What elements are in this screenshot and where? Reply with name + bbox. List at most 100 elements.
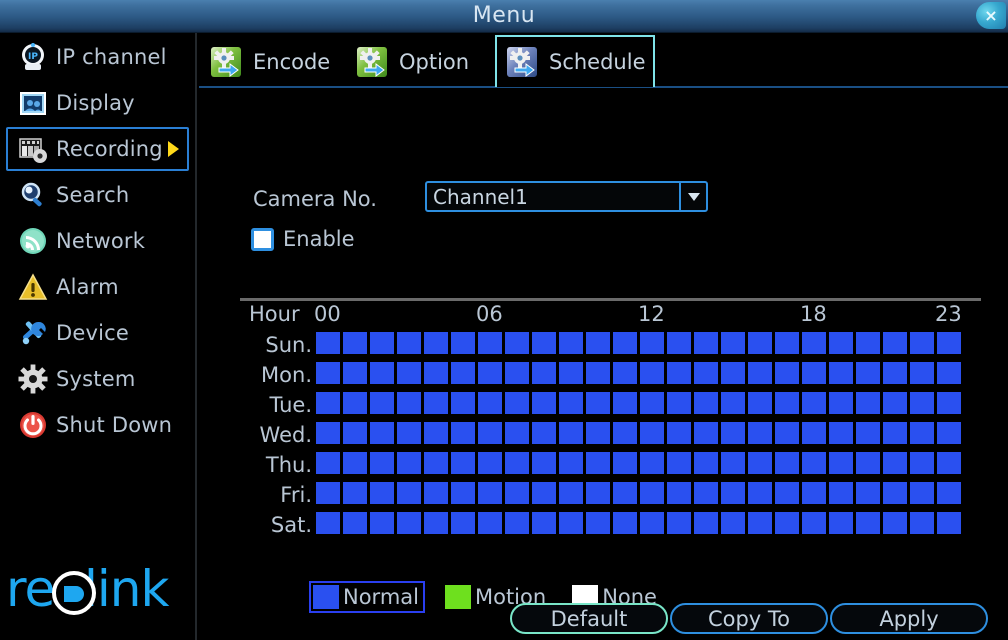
- schedule-cell[interactable]: [316, 512, 340, 534]
- schedule-cell[interactable]: [667, 452, 691, 474]
- schedule-cell[interactable]: [586, 422, 610, 444]
- schedule-cell[interactable]: [748, 482, 772, 504]
- schedule-cell[interactable]: [478, 362, 502, 384]
- tab-schedule[interactable]: Schedule: [495, 35, 655, 87]
- schedule-cell[interactable]: [397, 362, 421, 384]
- schedule-cell[interactable]: [775, 362, 799, 384]
- schedule-cell[interactable]: [883, 332, 907, 354]
- schedule-cell[interactable]: [883, 452, 907, 474]
- schedule-cell[interactable]: [910, 482, 934, 504]
- schedule-cell[interactable]: [856, 482, 880, 504]
- schedule-cell[interactable]: [370, 422, 394, 444]
- schedule-cell[interactable]: [316, 452, 340, 474]
- schedule-cell[interactable]: [856, 332, 880, 354]
- schedule-cell[interactable]: [613, 392, 637, 414]
- schedule-cell[interactable]: [640, 332, 664, 354]
- schedule-cell[interactable]: [316, 482, 340, 504]
- schedule-cell[interactable]: [505, 482, 529, 504]
- checkbox-box[interactable]: [251, 227, 274, 251]
- schedule-cell[interactable]: [829, 482, 853, 504]
- schedule-cell[interactable]: [748, 332, 772, 354]
- schedule-cell[interactable]: [910, 332, 934, 354]
- schedule-cell[interactable]: [775, 512, 799, 534]
- schedule-cell[interactable]: [613, 452, 637, 474]
- schedule-cell[interactable]: [829, 512, 853, 534]
- schedule-cell[interactable]: [343, 482, 367, 504]
- schedule-cell[interactable]: [451, 422, 475, 444]
- schedule-cell[interactable]: [775, 452, 799, 474]
- schedule-cell[interactable]: [694, 362, 718, 384]
- schedule-cell[interactable]: [559, 452, 583, 474]
- schedule-cell[interactable]: [343, 512, 367, 534]
- sidebar-item-display[interactable]: Display: [6, 81, 189, 125]
- schedule-cell[interactable]: [532, 422, 556, 444]
- schedule-cell[interactable]: [721, 362, 745, 384]
- schedule-cell[interactable]: [694, 332, 718, 354]
- sidebar-item-alarm[interactable]: Alarm: [6, 265, 189, 309]
- schedule-cell[interactable]: [532, 332, 556, 354]
- schedule-cell[interactable]: [937, 392, 961, 414]
- schedule-cell[interactable]: [370, 392, 394, 414]
- schedule-cell[interactable]: [829, 332, 853, 354]
- schedule-cell[interactable]: [397, 452, 421, 474]
- schedule-cell[interactable]: [559, 392, 583, 414]
- schedule-cell[interactable]: [316, 332, 340, 354]
- schedule-cell[interactable]: [748, 422, 772, 444]
- schedule-cell[interactable]: [343, 452, 367, 474]
- schedule-cell[interactable]: [397, 512, 421, 534]
- schedule-cell[interactable]: [613, 422, 637, 444]
- schedule-grid[interactable]: Sun. Mon. Tue. Wed. Thu. Fri. Sat.: [199, 332, 1008, 542]
- schedule-cell[interactable]: [424, 362, 448, 384]
- schedule-cell[interactable]: [721, 512, 745, 534]
- schedule-cell[interactable]: [667, 422, 691, 444]
- schedule-cell[interactable]: [397, 422, 421, 444]
- sidebar-item-shut-down[interactable]: Shut Down: [6, 403, 189, 447]
- schedule-cell[interactable]: [937, 452, 961, 474]
- schedule-cell[interactable]: [343, 392, 367, 414]
- schedule-cell[interactable]: [748, 392, 772, 414]
- schedule-cell[interactable]: [802, 482, 826, 504]
- schedule-cell[interactable]: [613, 332, 637, 354]
- schedule-cell[interactable]: [910, 362, 934, 384]
- schedule-cell[interactable]: [370, 332, 394, 354]
- schedule-cell[interactable]: [829, 452, 853, 474]
- schedule-cell[interactable]: [748, 362, 772, 384]
- schedule-cell[interactable]: [694, 482, 718, 504]
- schedule-cell[interactable]: [883, 422, 907, 444]
- sidebar-item-ip-channel[interactable]: IP IP channel: [6, 35, 189, 79]
- schedule-cell[interactable]: [424, 392, 448, 414]
- schedule-cell[interactable]: [667, 362, 691, 384]
- schedule-cell[interactable]: [640, 452, 664, 474]
- schedule-cell[interactable]: [937, 362, 961, 384]
- schedule-cell[interactable]: [856, 512, 880, 534]
- schedule-cell[interactable]: [640, 362, 664, 384]
- schedule-cell[interactable]: [478, 452, 502, 474]
- schedule-cell[interactable]: [505, 422, 529, 444]
- schedule-cell[interactable]: [694, 422, 718, 444]
- schedule-cell[interactable]: [451, 362, 475, 384]
- schedule-cell[interactable]: [451, 482, 475, 504]
- schedule-cell[interactable]: [775, 332, 799, 354]
- schedule-cell[interactable]: [640, 392, 664, 414]
- copy-to-button[interactable]: Copy To: [670, 603, 828, 634]
- schedule-cell[interactable]: [424, 452, 448, 474]
- schedule-cell[interactable]: [424, 332, 448, 354]
- schedule-cell[interactable]: [424, 422, 448, 444]
- schedule-cell[interactable]: [802, 362, 826, 384]
- schedule-cell[interactable]: [505, 362, 529, 384]
- schedule-cell[interactable]: [370, 362, 394, 384]
- schedule-cell[interactable]: [937, 512, 961, 534]
- schedule-cell[interactable]: [586, 332, 610, 354]
- schedule-cell[interactable]: [343, 362, 367, 384]
- tab-option[interactable]: Option: [345, 35, 493, 87]
- schedule-cell[interactable]: [559, 422, 583, 444]
- schedule-cell[interactable]: [478, 512, 502, 534]
- schedule-cell[interactable]: [667, 512, 691, 534]
- schedule-cell[interactable]: [802, 332, 826, 354]
- schedule-cell[interactable]: [802, 452, 826, 474]
- schedule-cell[interactable]: [451, 392, 475, 414]
- schedule-cell[interactable]: [883, 512, 907, 534]
- schedule-cell[interactable]: [505, 512, 529, 534]
- schedule-cell[interactable]: [370, 482, 394, 504]
- schedule-cell[interactable]: [451, 332, 475, 354]
